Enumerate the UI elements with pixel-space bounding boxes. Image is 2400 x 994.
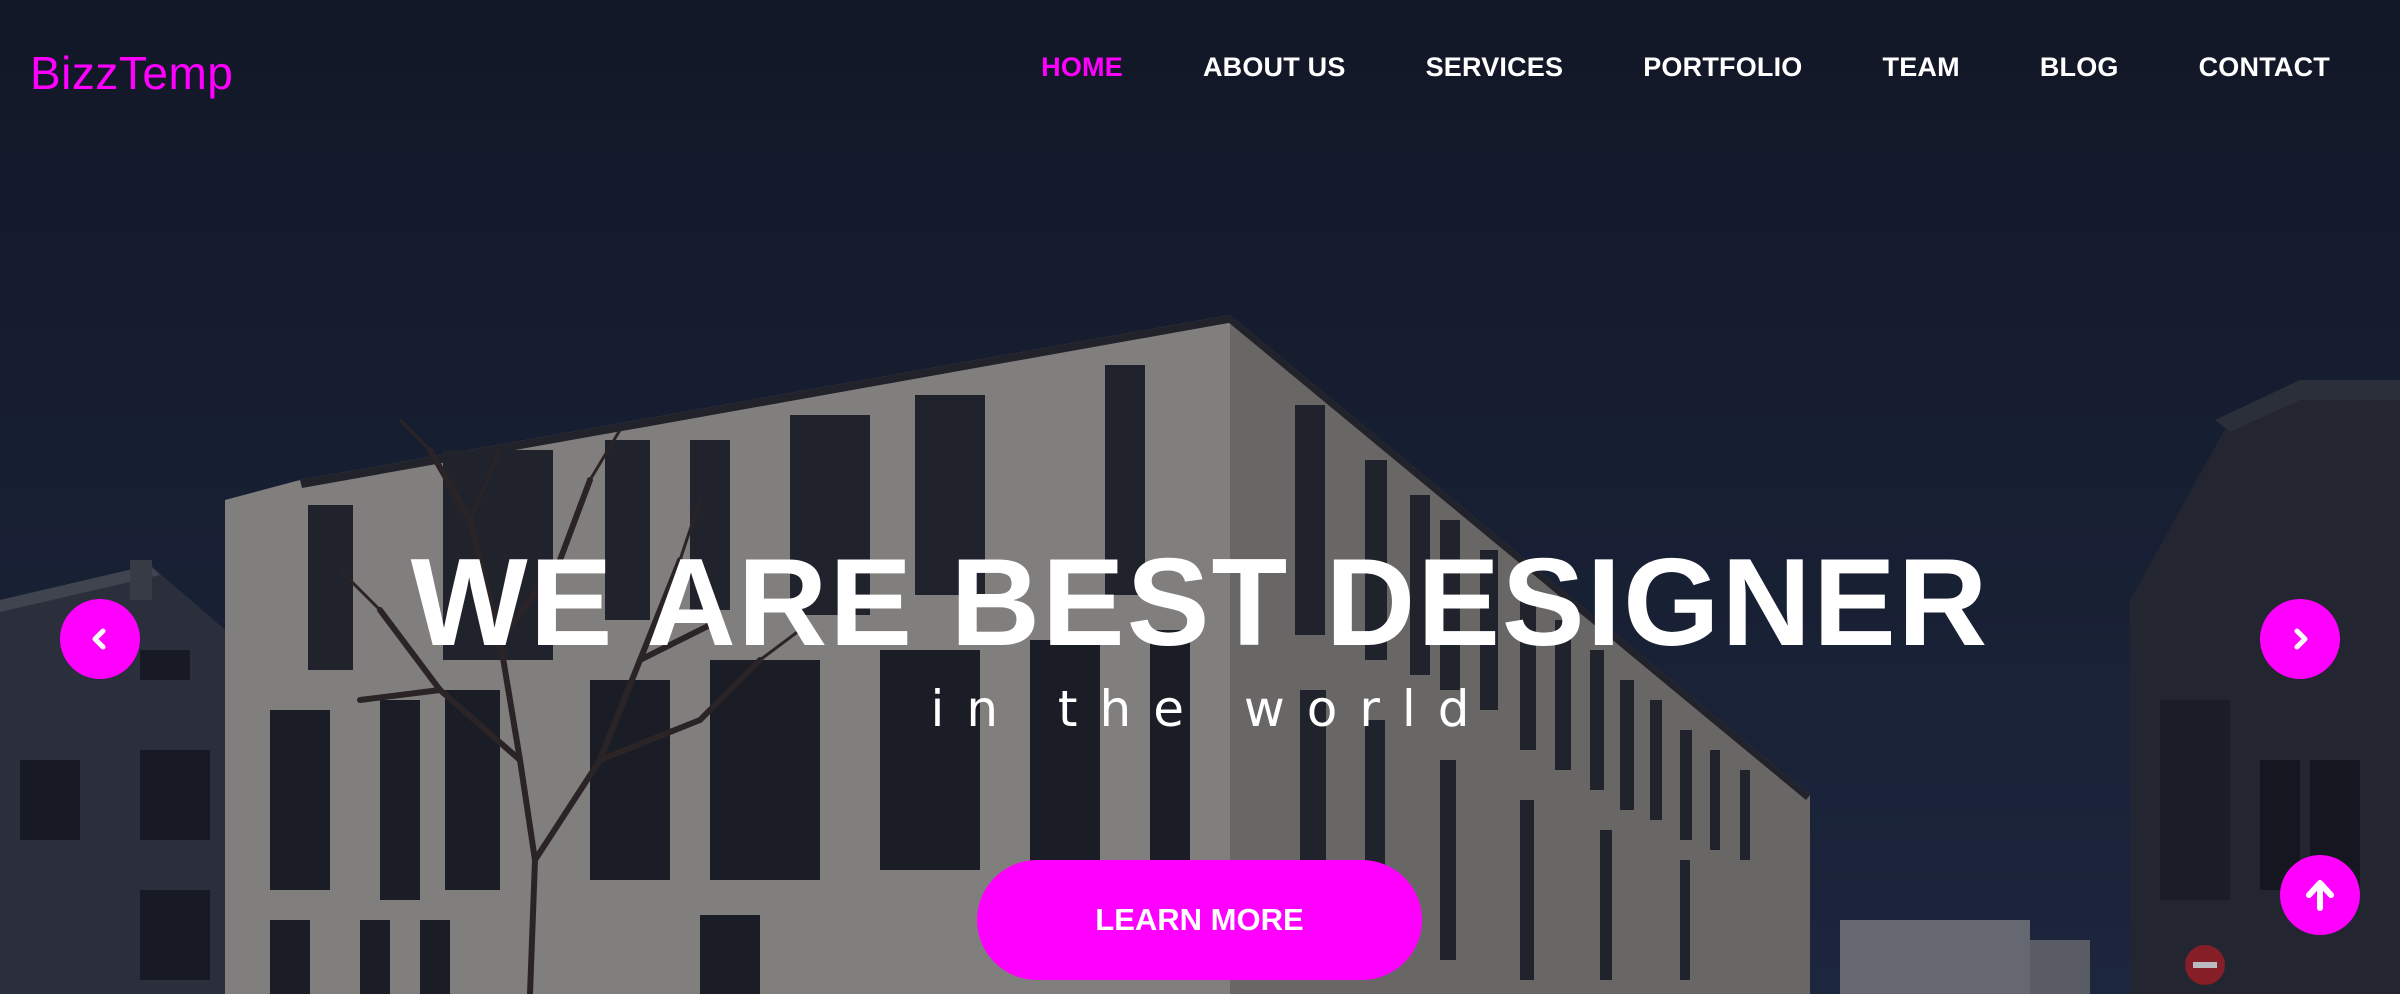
brand-logo[interactable]: BizzTemp — [30, 46, 233, 100]
nav-item-services: SERVICES — [1426, 52, 1564, 83]
nav-link-services[interactable]: SERVICES — [1426, 52, 1564, 82]
carousel-prev-button[interactable] — [60, 599, 140, 679]
hero-overlay — [0, 0, 2400, 994]
chevron-right-icon — [2287, 626, 2313, 652]
nav-item-portfolio: PORTFOLIO — [1643, 52, 1802, 83]
hero-section — [0, 0, 2400, 994]
nav-menu: HOME ABOUT US SERVICES PORTFOLIO TEAM BL… — [961, 52, 2330, 83]
hero-title: WE ARE BEST DESIGNER — [410, 534, 1990, 672]
back-to-top-button[interactable] — [2280, 855, 2360, 935]
nav-link-about-us[interactable]: ABOUT US — [1203, 52, 1346, 82]
nav-item-contact: CONTACT — [2199, 52, 2330, 83]
carousel-next-button[interactable] — [2260, 599, 2340, 679]
nav-item-about-us: ABOUT US — [1203, 52, 1346, 83]
learn-more-button[interactable]: LEARN MORE — [977, 860, 1422, 980]
navbar: BizzTemp HOME ABOUT US SERVICES PORTFOLI… — [0, 0, 2400, 146]
nav-link-contact[interactable]: CONTACT — [2199, 52, 2330, 82]
nav-link-blog[interactable]: BLOG — [2040, 52, 2119, 82]
nav-item-home: HOME — [1041, 52, 1123, 83]
arrow-up-icon — [2302, 877, 2338, 913]
nav-item-blog: BLOG — [2040, 52, 2119, 83]
chevron-left-icon — [87, 626, 113, 652]
nav-link-home[interactable]: HOME — [1041, 52, 1123, 82]
nav-link-team[interactable]: TEAM — [1883, 52, 1960, 82]
nav-item-team: TEAM — [1883, 52, 1960, 83]
nav-link-portfolio[interactable]: PORTFOLIO — [1643, 52, 1802, 82]
hero-subtitle: in the world — [930, 680, 1492, 738]
